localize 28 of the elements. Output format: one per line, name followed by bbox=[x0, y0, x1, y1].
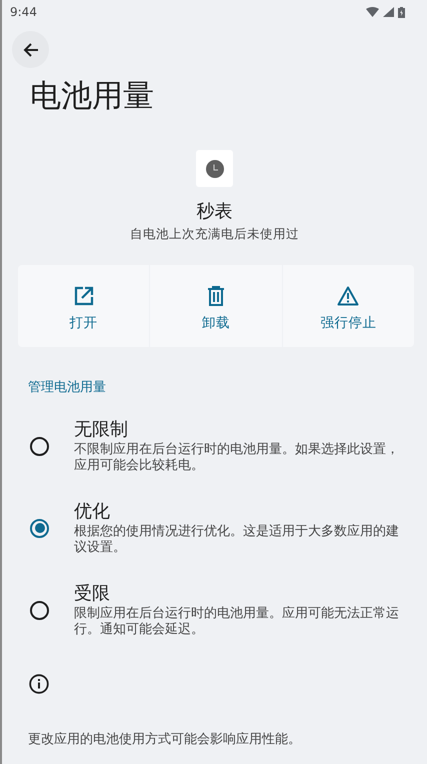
info-icon bbox=[29, 674, 49, 694]
warning-icon bbox=[337, 286, 360, 306]
app-name: 秒表 bbox=[196, 200, 232, 224]
option-description: 限制应用在后台运行时的电池用量。应用可能无法正常运行。通知可能会延迟。 bbox=[74, 606, 400, 638]
option-title[interactable]: 优化 bbox=[74, 500, 404, 524]
trash-icon bbox=[206, 286, 225, 306]
radio-button[interactable] bbox=[30, 518, 49, 538]
force-stop-button[interactable]: 强行停止 bbox=[282, 265, 414, 347]
radio-button[interactable] bbox=[30, 600, 49, 620]
uninstall-button[interactable]: 卸载 bbox=[150, 265, 282, 347]
stopwatch-icon bbox=[196, 150, 233, 187]
signal-icon bbox=[383, 7, 394, 17]
option-description: 根据您的使用情况进行优化。这是适用于大多数应用的建议设置。 bbox=[74, 524, 400, 556]
back-button[interactable] bbox=[12, 31, 49, 68]
app-usage-summary: 自电池上次充满电后未使用过 bbox=[130, 226, 299, 243]
radio-button[interactable] bbox=[30, 436, 49, 456]
page-title: 电池用量 bbox=[30, 77, 154, 116]
open-external-icon bbox=[74, 286, 94, 306]
battery-icon bbox=[398, 6, 405, 18]
footer-note: 更改应用的电池使用方式可能会影响应用性能。 bbox=[28, 731, 301, 748]
option-title[interactable]: 无限制 bbox=[74, 418, 404, 442]
option-description: 不限制应用在后台运行时的电池用量。如果选择此设置，应用可能会比较耗电。 bbox=[74, 442, 400, 474]
status-time: 9:44 bbox=[10, 5, 37, 19]
open-button[interactable]: 打开 bbox=[18, 265, 150, 347]
back-arrow-icon bbox=[22, 40, 40, 58]
section-header: 管理电池用量 bbox=[28, 379, 106, 396]
wifi-icon bbox=[366, 7, 379, 17]
option-title[interactable]: 受限 bbox=[74, 582, 404, 606]
